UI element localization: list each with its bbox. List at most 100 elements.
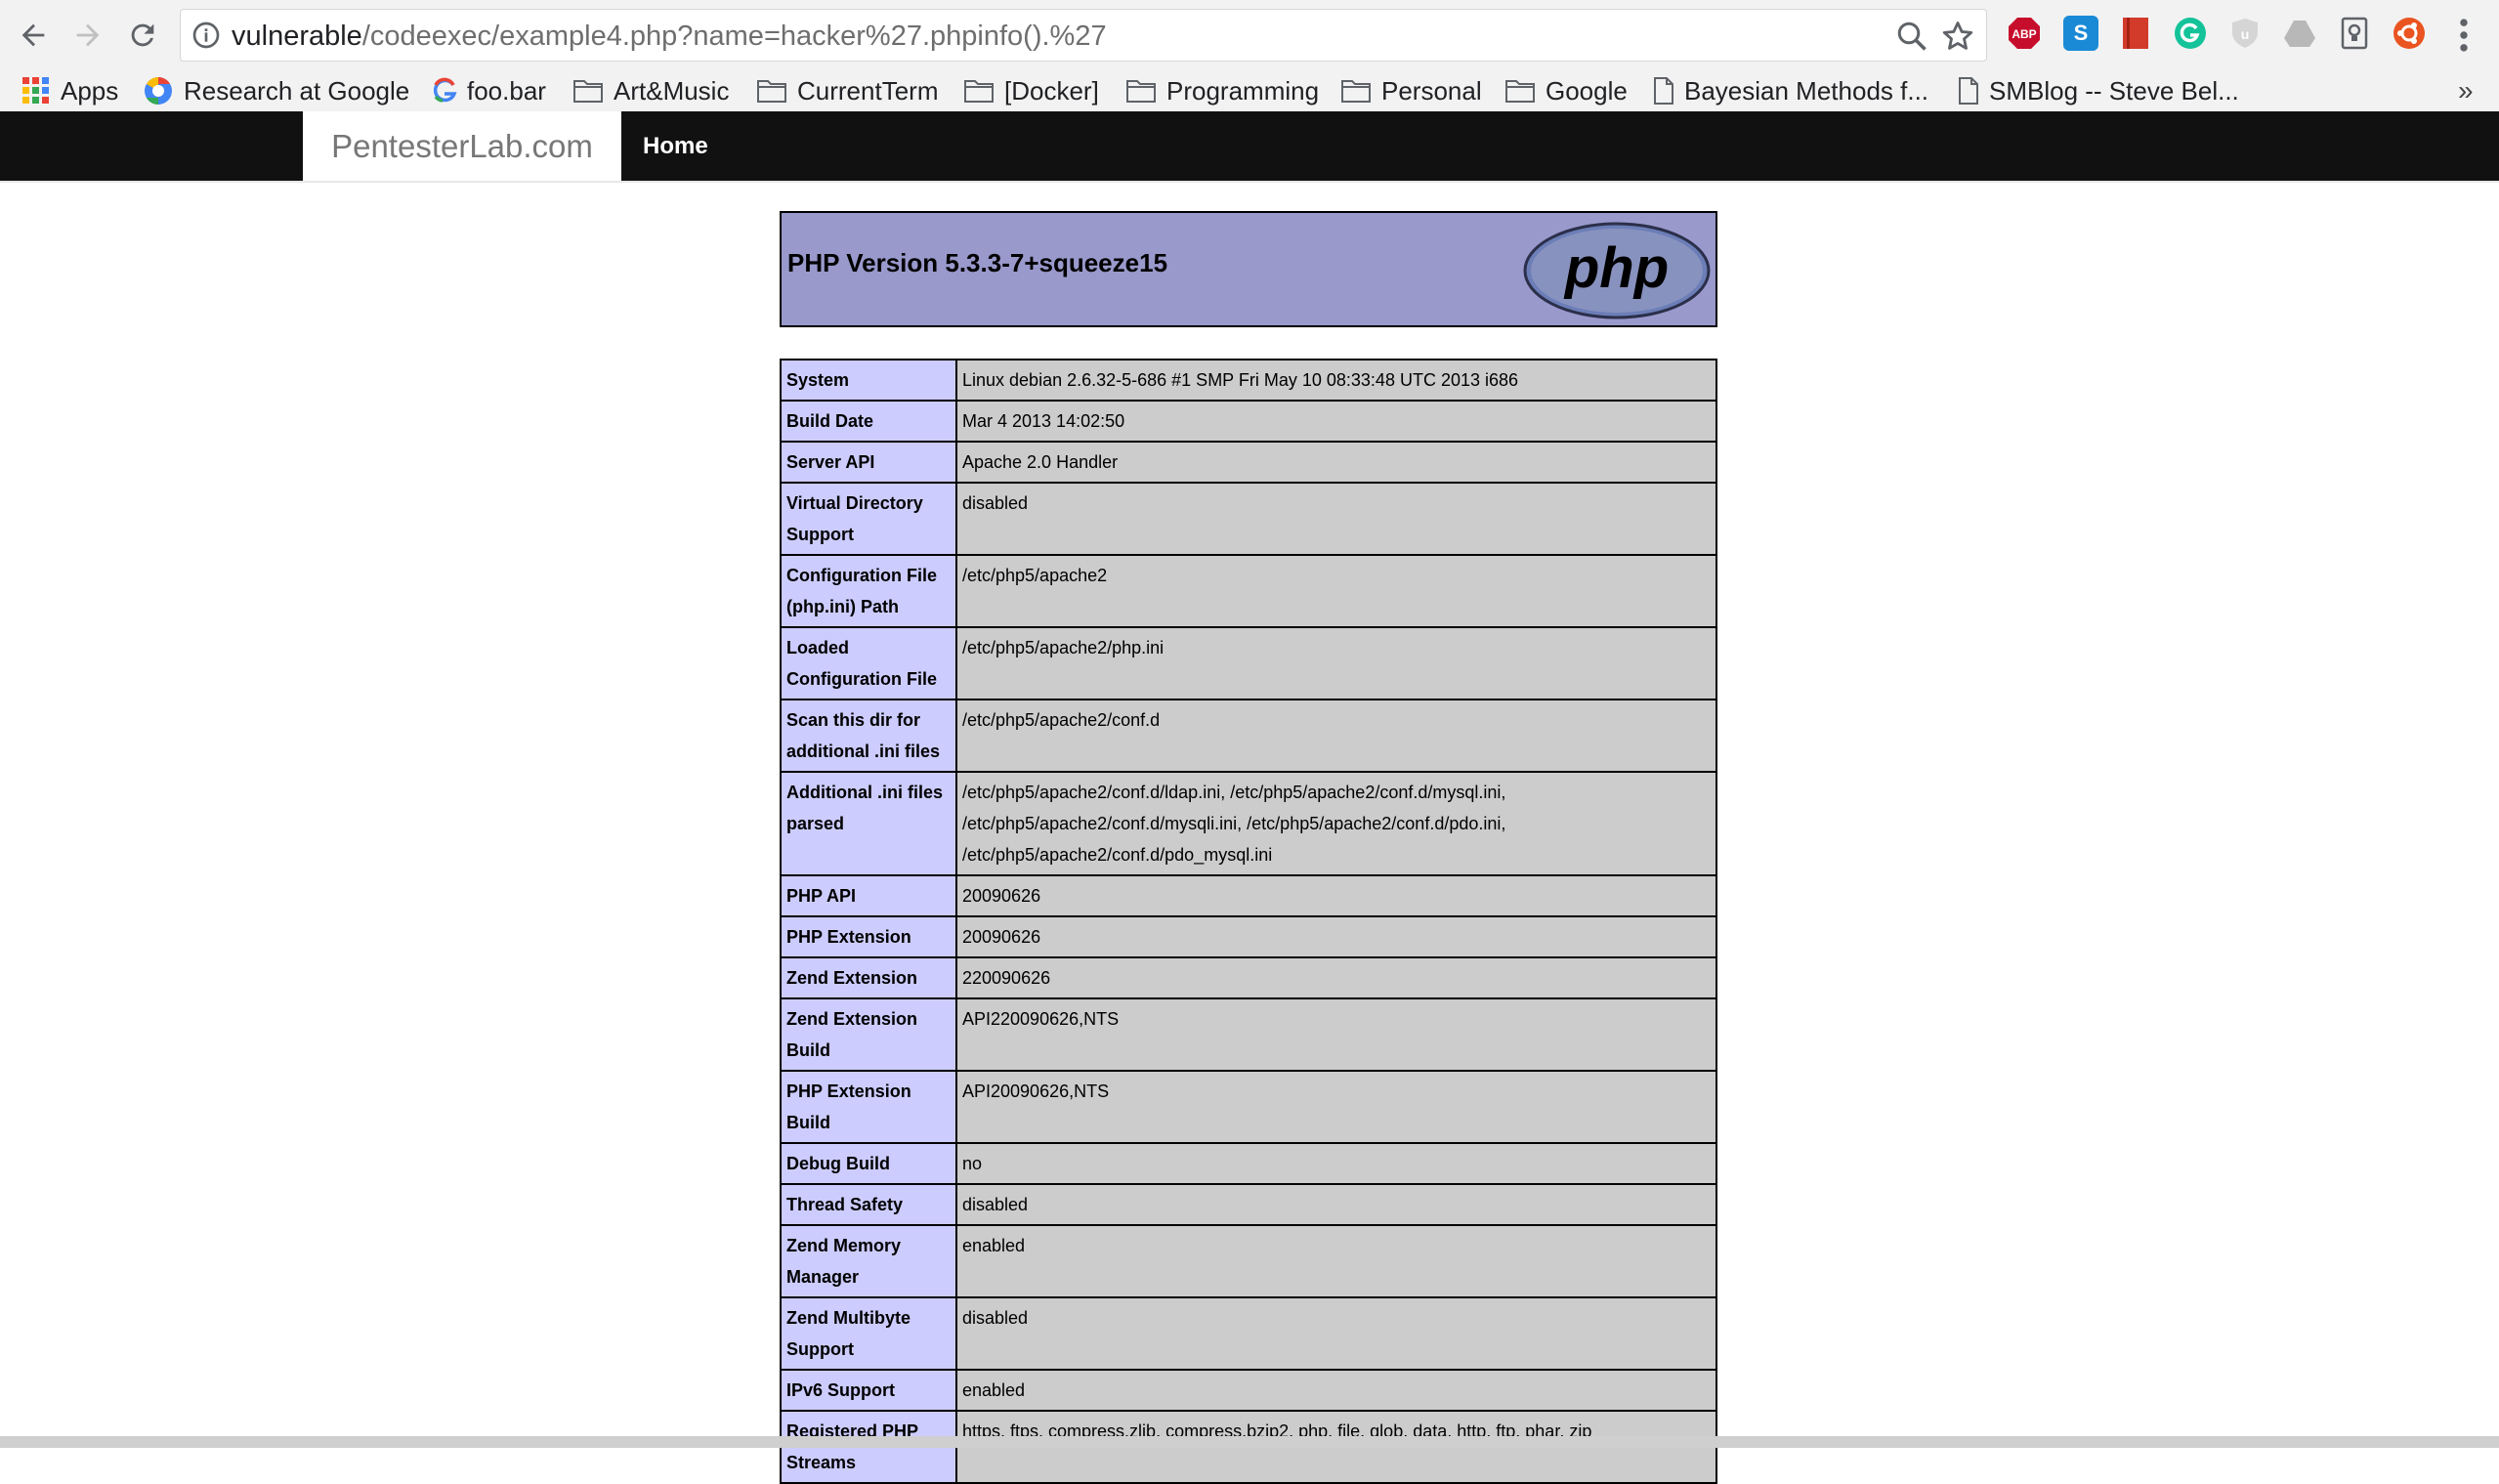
info-label: Zend Memory Manager [780, 1224, 957, 1298]
bookmark-star-icon[interactable] [1939, 18, 1976, 55]
url-host: vulnerable [232, 21, 362, 52]
folder-icon [1126, 80, 1156, 103]
folder-icon [1505, 80, 1535, 103]
info-value: /etc/php5/apache2/conf.d/ldap.ini, /etc/… [955, 771, 1717, 876]
back-button[interactable] [10, 12, 57, 59]
bookmark-docker[interactable]: [Docker] [963, 72, 1099, 109]
window-bottom-edge [0, 1436, 2499, 1448]
more-bookmarks-button[interactable]: » [2458, 72, 2474, 109]
info-value: /etc/php5/apache2 [955, 554, 1717, 628]
site-navbar: PentesterLab.com Home [0, 111, 2499, 183]
info-label: Zend Extension Build [780, 997, 957, 1072]
info-icon[interactable] [191, 20, 222, 51]
bookmark-label: SMBlog -- Steve Bel... [1989, 75, 2239, 106]
url-text[interactable]: vulnerable/codeexec/example4.php?name=ha… [232, 20, 1107, 53]
info-label: Zend Multibyte Support [780, 1296, 957, 1371]
info-row: PHP Extension 20090626 [780, 915, 1717, 958]
bookmark-smblog[interactable]: SMBlog -- Steve Bel... [1958, 72, 2239, 109]
bookmark-programming[interactable]: Programming [1125, 72, 1319, 109]
bookmark-currentterm[interactable]: CurrentTerm [756, 72, 938, 109]
reload-icon [131, 23, 154, 47]
info-label: Build Date [780, 400, 957, 443]
info-value: disabled [955, 482, 1717, 556]
bookmark-manager-icon[interactable] [2118, 16, 2153, 51]
bookmark-label: Apps [61, 75, 119, 106]
bookmark-label: CurrentTerm [797, 75, 939, 106]
apps-grid-icon [22, 77, 49, 104]
info-value: Linux debian 2.6.32-5-686 #1 SMP Fri May… [955, 359, 1717, 402]
info-label: Virtual Directory Support [780, 482, 957, 556]
grammarly-icon[interactable] [2173, 16, 2208, 51]
php-version-header: PHP Version 5.3.3-7+squeeze15 php [780, 211, 1717, 327]
keep-icon[interactable] [2337, 16, 2372, 51]
folder-icon [964, 80, 994, 103]
info-value: 220090626 [955, 956, 1717, 999]
info-row: Zend Multibyte Support disabled [780, 1296, 1717, 1371]
forward-arrow-icon [76, 23, 100, 47]
bookmarks-bar: Apps Research at Google foo.bar Art&Musi… [0, 70, 2499, 111]
info-row: Debug Build no [780, 1142, 1717, 1185]
php-version-title: PHP Version 5.3.3-7+squeeze15 [787, 248, 1168, 277]
info-value: enabled [955, 1224, 1717, 1298]
bookmark-label: Art&Music [614, 75, 730, 106]
adblock-icon[interactable]: ABP [2007, 16, 2042, 51]
info-value: 20090626 [955, 874, 1717, 917]
bookmark-personal[interactable]: Personal [1340, 72, 1482, 109]
url-path: /codeexec/example4.php?name=hacker%27.ph… [361, 21, 1107, 52]
info-value: API20090626,NTS [955, 1070, 1717, 1144]
info-label: Thread Safety [780, 1183, 957, 1226]
drive-icon[interactable] [2282, 16, 2317, 51]
info-row: IPv6 Support enabled [780, 1369, 1717, 1412]
shield-shape: u [2232, 19, 2258, 48]
bookmark-art-music[interactable]: Art&Music [572, 72, 729, 109]
bookmark-label: foo.bar [467, 75, 546, 106]
bookmark-label: Research at Google [184, 75, 410, 106]
browser-menu-icon[interactable] [2446, 16, 2481, 55]
info-label: Loaded Configuration File [780, 626, 957, 700]
info-label: PHP API [780, 874, 957, 917]
info-value: API220090626,NTS [955, 997, 1717, 1072]
bookmark-bayesian-methods[interactable]: Bayesian Methods f... [1653, 72, 1928, 109]
info-row: Zend Extension Build API220090626,NTS [780, 997, 1717, 1072]
bookmark-apps[interactable]: Apps [21, 72, 118, 109]
nav-home-link[interactable]: Home [621, 111, 730, 181]
info-label: Debug Build [780, 1142, 957, 1185]
google-color-icon [145, 77, 172, 105]
bookmark-research-at-google[interactable]: Research at Google [143, 72, 409, 109]
php-info-table: System Linux debian 2.6.32-5-686 #1 SMP F… [780, 359, 1717, 1484]
php-logo-icon: php [1523, 222, 1711, 319]
info-value: /etc/php5/apache2/php.ini [955, 626, 1717, 700]
info-row: Server API Apache 2.0 Handler [780, 441, 1717, 484]
info-row: Thread Safety disabled [780, 1183, 1717, 1226]
info-row: Scan this dir for additional .ini files /… [780, 699, 1717, 773]
info-value: disabled [955, 1183, 1717, 1226]
bookmark-google[interactable]: Google [1504, 72, 1628, 109]
page-icon [1654, 77, 1673, 105]
address-bar[interactable]: vulnerable/codeexec/example4.php?name=ha… [180, 9, 1987, 62]
reload-button[interactable] [119, 12, 166, 59]
ublock-icon[interactable]: u [2227, 16, 2263, 51]
drive-triangle [2284, 21, 2315, 47]
info-label: IPv6 Support [780, 1369, 957, 1412]
bookmark-foo-bar[interactable]: foo.bar [432, 72, 546, 109]
php-logo-text: php [1563, 236, 1669, 300]
info-value: 20090626 [955, 915, 1717, 958]
zoom-icon[interactable] [1894, 19, 1929, 54]
bookmark-label: Google [1546, 75, 1628, 106]
lightbulb-shape [2341, 17, 2368, 50]
info-label: PHP Extension [780, 915, 957, 958]
site-brand[interactable]: PentesterLab.com [303, 111, 621, 181]
info-value: Mar 4 2013 14:02:50 [955, 400, 1717, 443]
adblock-octagon: ABP [2009, 18, 2040, 49]
info-row: PHP Extension Build API20090626,NTS [780, 1070, 1717, 1144]
skype-icon[interactable]: S [2063, 16, 2098, 51]
info-value: disabled [955, 1296, 1717, 1371]
ubuntu-icon[interactable] [2392, 16, 2427, 51]
info-value: /etc/php5/apache2/conf.d [955, 699, 1717, 773]
forward-button[interactable] [64, 12, 111, 59]
info-value: no [955, 1142, 1717, 1185]
info-label: Additional .ini files parsed [780, 771, 957, 876]
page-icon [1959, 77, 1978, 105]
info-value: Apache 2.0 Handler [955, 441, 1717, 484]
info-label: Server API [780, 441, 957, 484]
